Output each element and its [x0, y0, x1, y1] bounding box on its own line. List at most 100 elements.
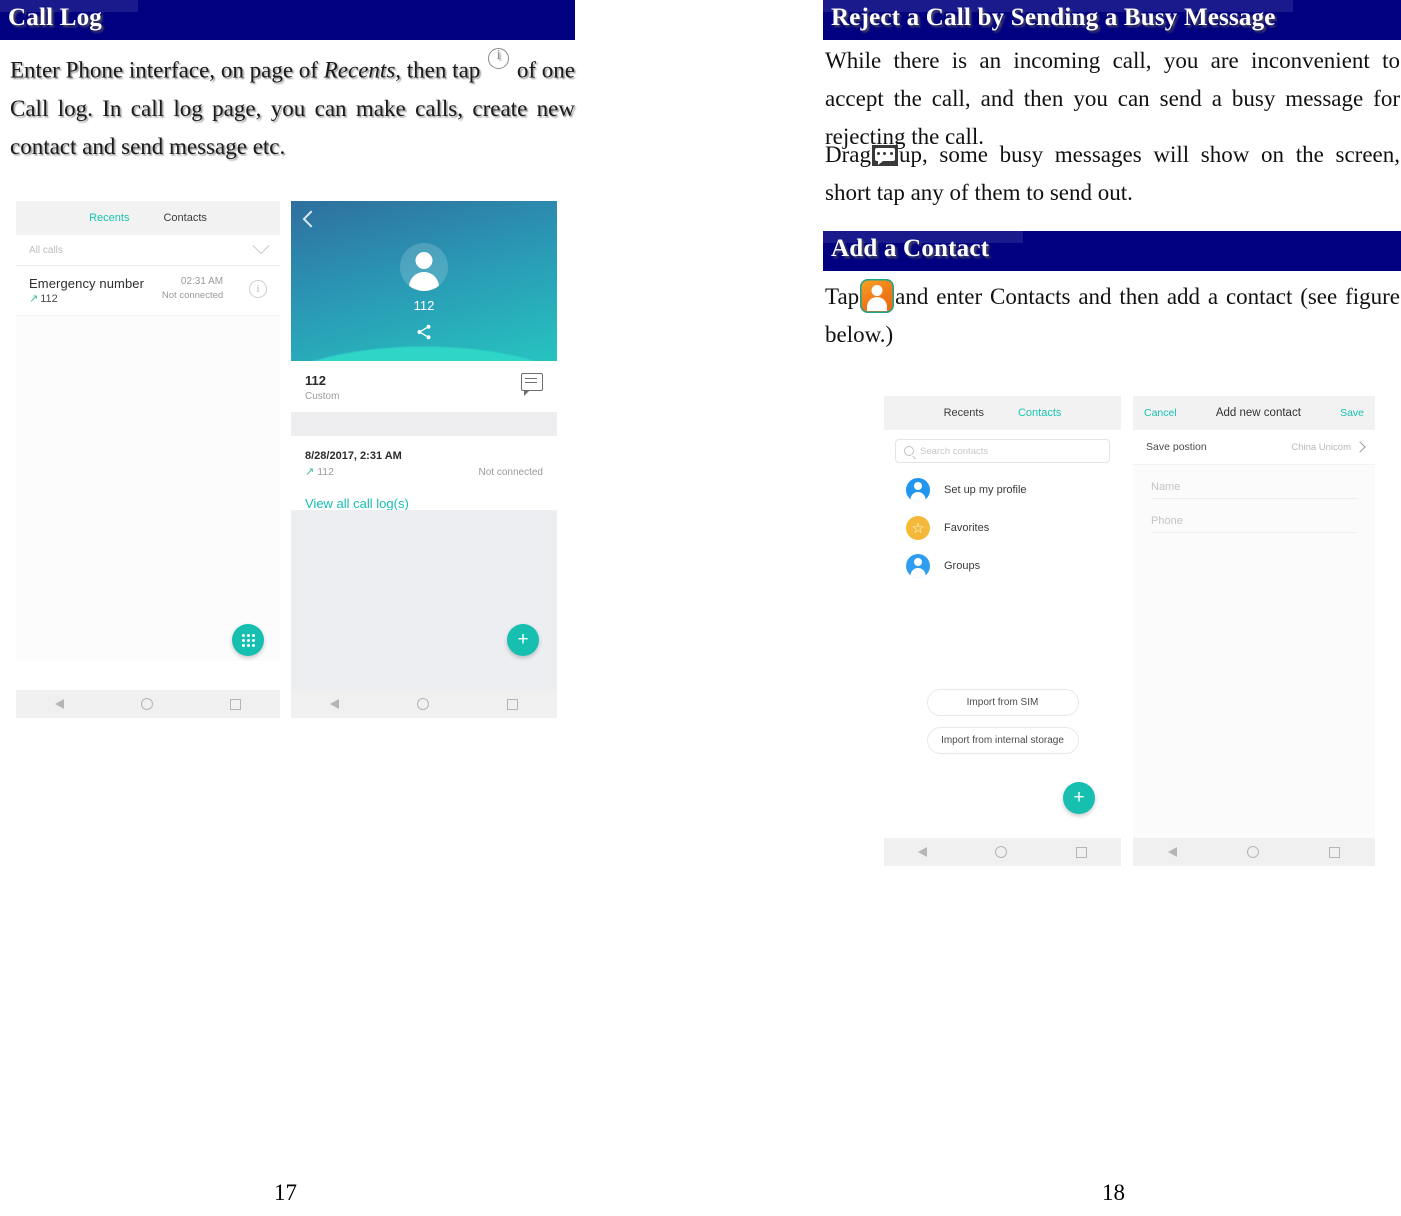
call-detail-number: 112	[305, 373, 326, 388]
list-item-label: Set up my profile	[944, 484, 1027, 496]
list-item-groups[interactable]: Groups	[884, 547, 1121, 585]
recents-icon[interactable]	[1075, 846, 1087, 858]
call-filter-row[interactable]: All calls	[16, 235, 280, 266]
call-detail-number-block: 112 Custom	[291, 361, 557, 412]
contacts-app-icon	[860, 279, 895, 313]
list-item-favorites[interactable]: ☆ Favorites	[884, 509, 1121, 547]
import-from-internal-storage-button[interactable]: Import from internal storage	[926, 727, 1079, 754]
back-chevron-icon[interactable]	[302, 210, 320, 228]
paragraph-add-contact: Tap and enter Contacts and then add a con…	[825, 278, 1400, 354]
save-position-value: China Unicom	[1291, 441, 1351, 453]
page-left: Call Log Enter Phone interface, on page …	[0, 0, 700, 1216]
call-detail-number-group: 112 Custom	[305, 373, 339, 402]
name-field[interactable]: Name	[1151, 465, 1357, 499]
paragraph-tap-suffix: and enter Contacts and then add a contac…	[825, 284, 1400, 347]
recents-icon[interactable]	[230, 698, 242, 710]
chevron-right-icon[interactable]	[1354, 441, 1366, 453]
page-number-left: 17	[274, 1180, 297, 1205]
list-item-label: Favorites	[944, 522, 990, 534]
add-contact-topbar: Cancel Add new contact Save	[1133, 396, 1375, 430]
save-position-value-group: China Unicom	[1291, 441, 1366, 453]
add-contact-fab-button[interactable]: +	[1063, 782, 1095, 814]
person-avatar-icon	[400, 243, 448, 291]
call-entry-left: Emergency number ↗ 112	[29, 276, 144, 305]
call-entry-status: Not connected	[161, 290, 224, 301]
dialpad-fab-button[interactable]	[232, 624, 264, 656]
save-position-label: Save postion	[1146, 441, 1207, 453]
call-detail-number-label: Custom	[305, 391, 340, 402]
tab-contacts[interactable]: Contacts	[1018, 407, 1061, 419]
figure-call-log-list: Recents Contacts All calls Emergency num…	[16, 201, 280, 718]
paragraph-drag-suffix: up, some busy messages will show on the …	[825, 142, 1400, 205]
search-icon	[904, 446, 914, 456]
home-icon[interactable]	[1247, 846, 1259, 858]
android-navbar	[16, 690, 280, 718]
call-detail-divider-band	[291, 412, 557, 436]
home-icon[interactable]	[995, 846, 1008, 858]
back-icon[interactable]	[1168, 847, 1177, 857]
heading-reject-call-text: Reject a Call by Sending a Busy Message	[831, 4, 1276, 31]
call-log-tabbar: Recents Contacts	[16, 201, 280, 235]
info-circle-icon	[488, 46, 510, 69]
call-entry-number: 112	[40, 293, 58, 305]
heading-add-contact-text: Add a Contact	[831, 235, 990, 262]
search-contacts-input[interactable]: Search contacts	[895, 439, 1110, 463]
call-detail-log-number: 112	[317, 466, 334, 478]
outgoing-call-arrow-icon: ↗	[29, 292, 39, 305]
list-item-set-up-my-profile[interactable]: Set up my profile	[884, 471, 1121, 509]
paragraph-reject-call-2: Drag up, some busy messages will show on …	[825, 136, 1400, 212]
call-detail-log-status: Not connected	[478, 466, 544, 478]
call-log-entry-row[interactable]: Emergency number ↗ 112 02:31 AM Not conn…	[16, 266, 280, 316]
contacts-tabbar: Recents Contacts	[884, 396, 1121, 430]
tab-contacts[interactable]: Contacts	[163, 212, 206, 224]
android-navbar	[884, 838, 1121, 866]
tab-recents[interactable]: Recents	[944, 407, 984, 419]
info-circle-icon[interactable]: i	[249, 280, 267, 298]
share-icon[interactable]	[414, 323, 434, 341]
paragraph-italic-recents: Recents	[323, 57, 396, 83]
call-entry-meta: 02:31 AM Not connected	[162, 276, 231, 301]
figure-add-new-contact: Cancel Add new contact Save Save postion…	[1133, 396, 1375, 866]
recents-icon[interactable]	[507, 698, 518, 710]
busy-message-bubble-icon	[871, 145, 898, 166]
heading-call-log: Call Log	[0, 0, 575, 40]
call-entry-time: 02:31 AM	[180, 276, 224, 287]
call-entry-number-line: ↗ 112	[29, 293, 144, 305]
add-contact-fab-button[interactable]: +	[507, 624, 539, 656]
heading-call-log-text: Call Log	[8, 4, 102, 31]
figure-call-detail: 112 112 Custom 8/28/2017, 2:31 AM ↗ 112	[291, 201, 557, 718]
call-entry-name: Emergency number	[29, 276, 145, 291]
home-icon[interactable]	[140, 698, 153, 710]
search-placeholder: Search contacts	[920, 445, 989, 457]
paragraph-call-log: Enter Phone interface, on page of Recent…	[10, 46, 575, 166]
back-icon[interactable]	[918, 847, 928, 857]
call-detail-hero-name: 112	[413, 298, 435, 313]
import-from-sim-button[interactable]: Import from SIM	[926, 689, 1079, 716]
call-detail-log-entry: 8/28/2017, 2:31 AM ↗ 112 Not connected	[291, 436, 557, 482]
call-filter-label: All calls	[29, 244, 63, 256]
call-detail-log-number-group: ↗ 112	[305, 466, 334, 478]
page-right: Reject a Call by Sending a Busy Message …	[700, 0, 1401, 1216]
phone-field[interactable]: Phone	[1151, 499, 1357, 533]
list-item-label: Groups	[944, 560, 981, 572]
save-position-row[interactable]: Save postion China Unicom	[1133, 430, 1375, 465]
call-detail-log-date: 8/28/2017, 2:31 AM	[305, 450, 402, 462]
back-icon[interactable]	[54, 699, 64, 709]
recents-icon[interactable]	[1329, 846, 1340, 858]
save-button[interactable]: Save	[1340, 407, 1364, 419]
home-icon[interactable]	[417, 698, 429, 710]
call-log-empty-area	[16, 316, 280, 661]
add-plus-icon: +	[517, 629, 529, 650]
add-plus-icon: +	[1073, 787, 1085, 808]
message-icon[interactable]	[521, 373, 543, 396]
call-detail-bottom-panel	[291, 510, 557, 690]
chevron-down-icon[interactable]	[252, 237, 270, 255]
paragraph-tap-prefix: Tap	[825, 284, 860, 309]
dialpad-icon	[241, 633, 255, 647]
cancel-button[interactable]: Cancel	[1144, 407, 1177, 419]
tab-recents[interactable]: Recents	[89, 212, 129, 224]
paragraph-drag-prefix: Drag	[825, 142, 871, 167]
back-icon[interactable]	[330, 699, 339, 709]
contacts-shortcut-list: Set up my profile ☆ Favorites Groups	[884, 463, 1121, 585]
import-buttons-group: Import from SIM Import from internal sto…	[884, 689, 1121, 754]
